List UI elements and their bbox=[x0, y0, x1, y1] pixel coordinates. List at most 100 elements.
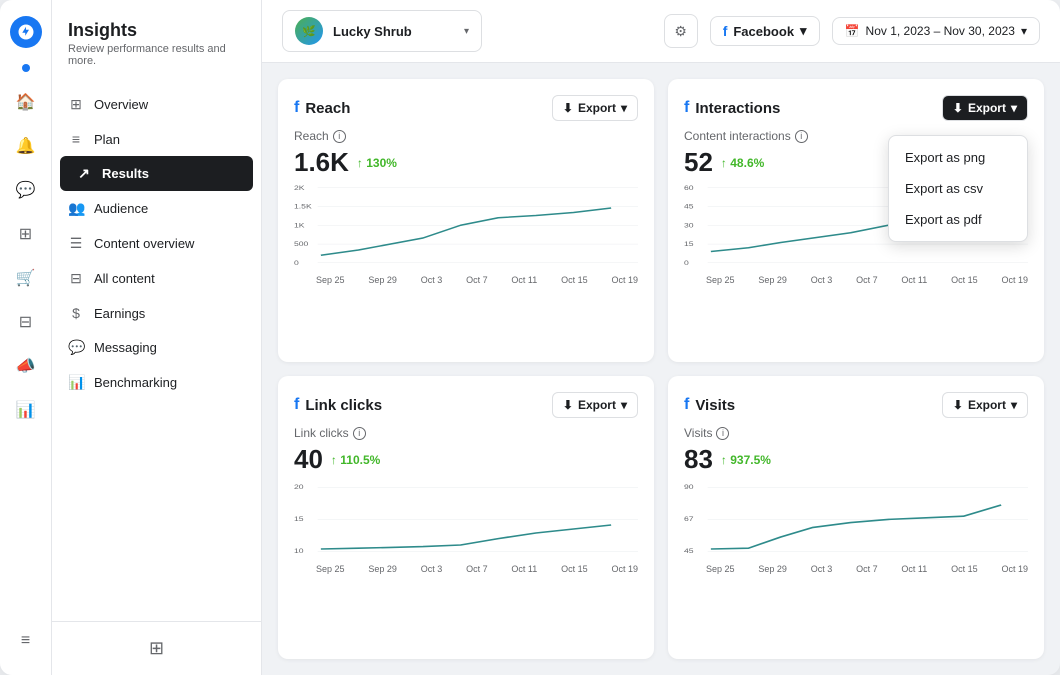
svg-text:45: 45 bbox=[684, 547, 694, 555]
interactions-x-label-6: Oct 19 bbox=[1001, 275, 1028, 285]
platform-selector[interactable]: f Facebook ▾ bbox=[710, 16, 820, 46]
interactions-x-label-5: Oct 15 bbox=[951, 275, 978, 285]
chart-icon[interactable]: 📊 bbox=[8, 392, 44, 428]
reach-info-icon[interactable]: i bbox=[333, 130, 346, 143]
settings-button[interactable]: ⚙ bbox=[664, 14, 698, 48]
sidebar-item-content-overview[interactable]: ☰ Content overview bbox=[52, 226, 261, 261]
sidebar: Insights Review performance results and … bbox=[52, 0, 262, 675]
export-png-option[interactable]: Export as png bbox=[889, 142, 1027, 173]
reach-x-label-5: Oct 15 bbox=[561, 275, 588, 285]
reach-export-button[interactable]: ⬇ Export ▾ bbox=[552, 95, 638, 121]
collapse-sidebar-button[interactable]: ⊞ bbox=[149, 638, 164, 659]
notification-dot bbox=[22, 64, 30, 72]
reach-x-label-0: Sep 25 bbox=[316, 275, 345, 285]
reach-title: f Reach bbox=[294, 99, 350, 117]
visits-metric-label: Visits i bbox=[684, 426, 1028, 440]
message-circle-icon[interactable]: 💬 bbox=[8, 172, 44, 208]
sidebar-item-all-content[interactable]: ⊟ All content bbox=[52, 261, 261, 296]
sidebar-item-benchmarking[interactable]: 📊 Benchmarking bbox=[52, 365, 261, 400]
visits-x-label-0: Sep 25 bbox=[706, 564, 735, 574]
all-content-icon: ⊟ bbox=[68, 270, 84, 287]
page-selector[interactable]: 🌿 Lucky Shrub ▾ bbox=[282, 10, 482, 52]
link-clicks-info-icon[interactable]: i bbox=[353, 427, 366, 440]
grid-icon[interactable]: ⊞ bbox=[8, 216, 44, 252]
link-clicks-metric-value: 40 ↑ 110.5% bbox=[294, 444, 638, 475]
link-clicks-change: ↑ 110.5% bbox=[331, 453, 380, 467]
reach-x-label-2: Oct 3 bbox=[421, 275, 443, 285]
main-content: 🌿 Lucky Shrub ▾ ⚙ f Facebook ▾ 📅 Nov 1, … bbox=[262, 0, 1060, 675]
interactions-download-icon: ⬇ bbox=[953, 101, 963, 115]
sidebar-item-audience[interactable]: 👥 Audience bbox=[52, 191, 261, 226]
export-csv-option[interactable]: Export as csv bbox=[889, 173, 1027, 204]
svg-text:0: 0 bbox=[684, 259, 689, 266]
link-clicks-x-label-2: Oct 3 bbox=[421, 564, 443, 574]
svg-text:60: 60 bbox=[684, 184, 694, 191]
platform-chevron-icon: ▾ bbox=[800, 23, 807, 39]
table-icon[interactable]: ⊟ bbox=[8, 304, 44, 340]
interactions-title: f Interactions bbox=[684, 99, 780, 117]
sidebar-item-earnings[interactable]: $ Earnings bbox=[52, 296, 261, 330]
content-overview-icon: ☰ bbox=[68, 235, 84, 252]
megaphone-icon[interactable]: 📣 bbox=[8, 348, 44, 384]
sidebar-item-plan[interactable]: ≡ Plan bbox=[52, 122, 261, 156]
svg-text:15: 15 bbox=[294, 515, 304, 523]
meta-logo bbox=[10, 16, 42, 48]
interactions-fb-icon: f bbox=[684, 99, 689, 117]
visits-chart-svg: 90 67 45 bbox=[684, 481, 1028, 561]
export-chevron-icon: ▾ bbox=[621, 101, 627, 115]
plan-icon: ≡ bbox=[68, 131, 84, 147]
interactions-info-icon[interactable]: i bbox=[795, 130, 808, 143]
link-clicks-x-label-0: Sep 25 bbox=[316, 564, 345, 574]
visits-download-icon: ⬇ bbox=[953, 398, 963, 412]
link-clicks-card: f Link clicks ⬇ Export ▾ Link clicks i 4… bbox=[278, 376, 654, 659]
reach-x-label-3: Oct 7 bbox=[466, 275, 488, 285]
date-range-selector[interactable]: 📅 Nov 1, 2023 – Nov 30, 2023 ▾ bbox=[832, 17, 1040, 45]
link-clicks-x-label-1: Sep 29 bbox=[368, 564, 397, 574]
reach-chart-svg: 2K 1.5K 1K 500 0 bbox=[294, 184, 638, 274]
visits-x-labels: Sep 25 Sep 29 Oct 3 Oct 7 Oct 11 Oct 15 … bbox=[684, 564, 1028, 574]
svg-text:30: 30 bbox=[684, 222, 694, 229]
link-clicks-fb-icon: f bbox=[294, 396, 299, 414]
interactions-x-label-0: Sep 25 bbox=[706, 275, 735, 285]
page-avatar: 🌿 bbox=[295, 17, 323, 45]
interactions-card: f Interactions ⬇ Export ▾ Export as png … bbox=[668, 79, 1044, 362]
sidebar-item-results[interactable]: ↗ Results bbox=[60, 156, 253, 191]
home-icon[interactable]: 🏠 bbox=[8, 84, 44, 120]
visits-export-button[interactable]: ⬇ Export ▾ bbox=[942, 392, 1028, 418]
visits-info-icon[interactable]: i bbox=[716, 427, 729, 440]
sidebar-footer: ⊞ bbox=[52, 621, 261, 675]
cart-icon[interactable]: 🛒 bbox=[8, 260, 44, 296]
reach-x-label-4: Oct 11 bbox=[511, 275, 537, 285]
sidebar-item-overview[interactable]: ⊞ Overview bbox=[52, 87, 261, 122]
reach-fb-icon: f bbox=[294, 99, 299, 117]
link-clicks-x-label-5: Oct 15 bbox=[561, 564, 588, 574]
sidebar-item-messaging[interactable]: 💬 Messaging bbox=[52, 330, 261, 365]
reach-change: ↑ 130% bbox=[357, 156, 397, 170]
menu-icon[interactable]: ≡ bbox=[8, 623, 44, 659]
svg-text:20: 20 bbox=[294, 483, 304, 491]
svg-text:500: 500 bbox=[294, 241, 308, 248]
overview-icon: ⊞ bbox=[68, 96, 84, 113]
bell-icon[interactable]: 🔔 bbox=[8, 128, 44, 164]
interactions-change: ↑ 48.6% bbox=[721, 156, 764, 170]
interactions-export-button[interactable]: ⬇ Export ▾ bbox=[942, 95, 1028, 121]
link-clicks-title: f Link clicks bbox=[294, 396, 382, 414]
reach-chart: 2K 1.5K 1K 500 0 bbox=[294, 184, 638, 346]
export-dropdown-menu: Export as png Export as csv Export as pd… bbox=[888, 135, 1028, 242]
visits-x-label-4: Oct 11 bbox=[901, 564, 927, 574]
sidebar-header: Insights Review performance results and … bbox=[52, 0, 261, 79]
visits-x-label-5: Oct 15 bbox=[951, 564, 978, 574]
export-pdf-option[interactable]: Export as pdf bbox=[889, 204, 1027, 235]
date-chevron-icon: ▾ bbox=[1021, 24, 1027, 38]
sidebar-title: Insights bbox=[68, 20, 245, 41]
interactions-export-chevron-icon: ▾ bbox=[1011, 101, 1017, 115]
reach-x-label-1: Sep 29 bbox=[368, 275, 397, 285]
visits-chart: 90 67 45 Sep 25 Sep 29 Oct 3 Oct 7 Oct 1… bbox=[684, 481, 1028, 643]
link-clicks-export-button[interactable]: ⬇ Export ▾ bbox=[552, 392, 638, 418]
reach-x-labels: Sep 25 Sep 29 Oct 3 Oct 7 Oct 11 Oct 15 … bbox=[294, 275, 638, 285]
icon-bar: 🏠 🔔 💬 ⊞ 🛒 ⊟ 📣 📊 ≡ bbox=[0, 0, 52, 675]
page-name: Lucky Shrub bbox=[333, 24, 454, 39]
reach-card: f Reach ⬇ Export ▾ Reach i 1.6K ↑ 130% bbox=[278, 79, 654, 362]
interactions-x-label-4: Oct 11 bbox=[901, 275, 927, 285]
svg-text:15: 15 bbox=[684, 241, 694, 248]
